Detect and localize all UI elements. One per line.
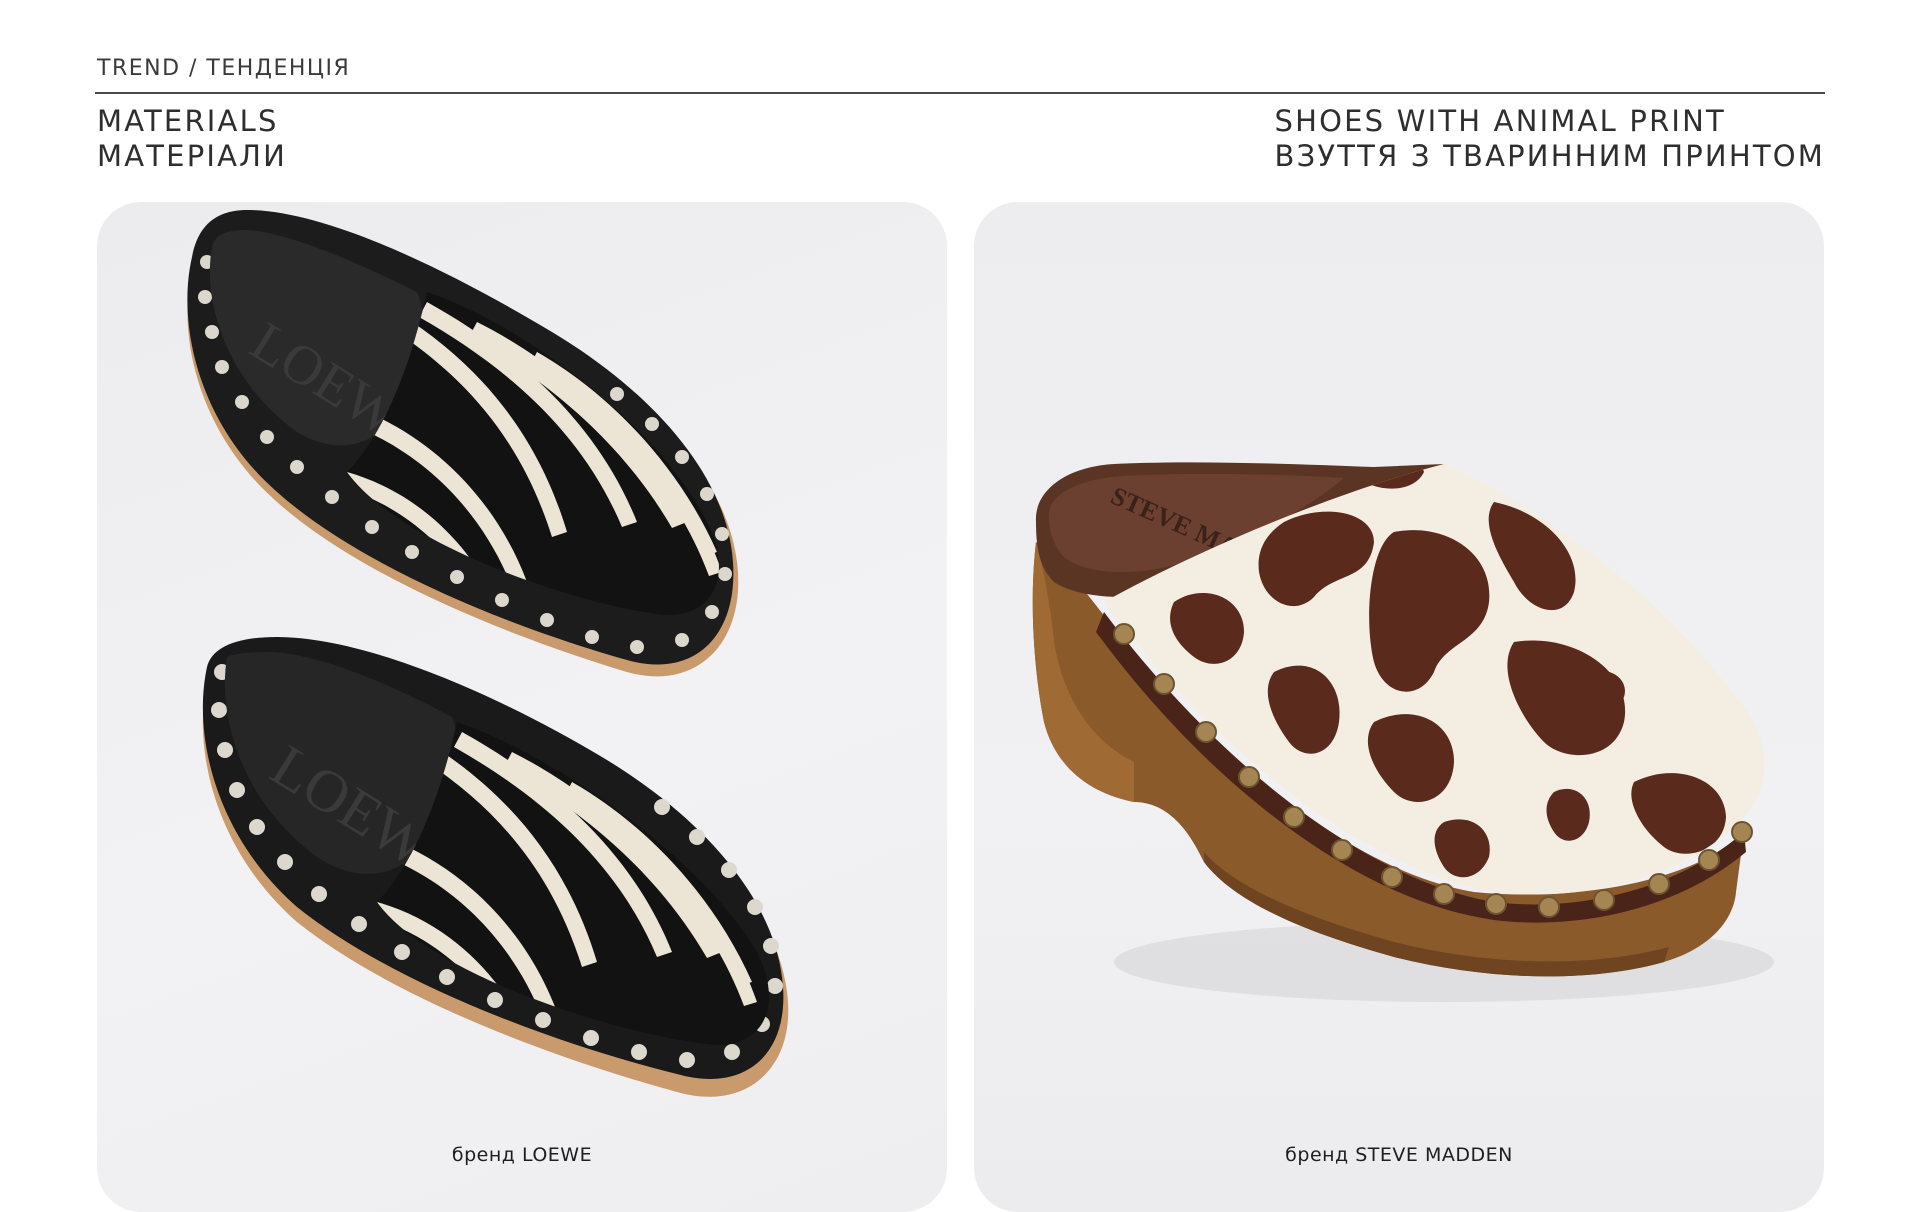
product-card-loewe: LOEWE LOEWE бренд LOEWE [97, 202, 947, 1212]
bottom-mule: LOEWE [202, 637, 789, 1097]
product-caption-steve-madden: бренд STEVE MADDEN [1285, 1144, 1513, 1166]
product-caption-loewe: бренд LOEWE [451, 1144, 593, 1166]
top-mule: LOEWE [187, 210, 739, 677]
topic-en: SHOES WITH ANIMAL PRINT [1274, 104, 1726, 138]
section-title: MATERIALS МАТЕРІАЛИ [97, 104, 287, 174]
category-ua: МАТЕРІАЛИ [97, 139, 288, 173]
cow-print-clog-image: STEVE MADDEN [1032, 462, 1774, 1002]
breadcrumb: TREND / ТЕНДЕНЦІЯ [97, 56, 351, 81]
product-card-steve-madden: STEVE MADDEN бренд STEVE MADDEN [974, 202, 1824, 1212]
topic-ua: ВЗУТТЯ З ТВАРИННИМ ПРИНТОМ [1274, 139, 1825, 173]
topic-title: SHOES WITH ANIMAL PRINT ВЗУТТЯ З ТВАРИНН… [1275, 104, 1826, 174]
category-en: MATERIALS [97, 104, 279, 138]
header-divider [95, 92, 1825, 94]
zebra-mules-image: LOEWE LOEWE [187, 210, 789, 1097]
